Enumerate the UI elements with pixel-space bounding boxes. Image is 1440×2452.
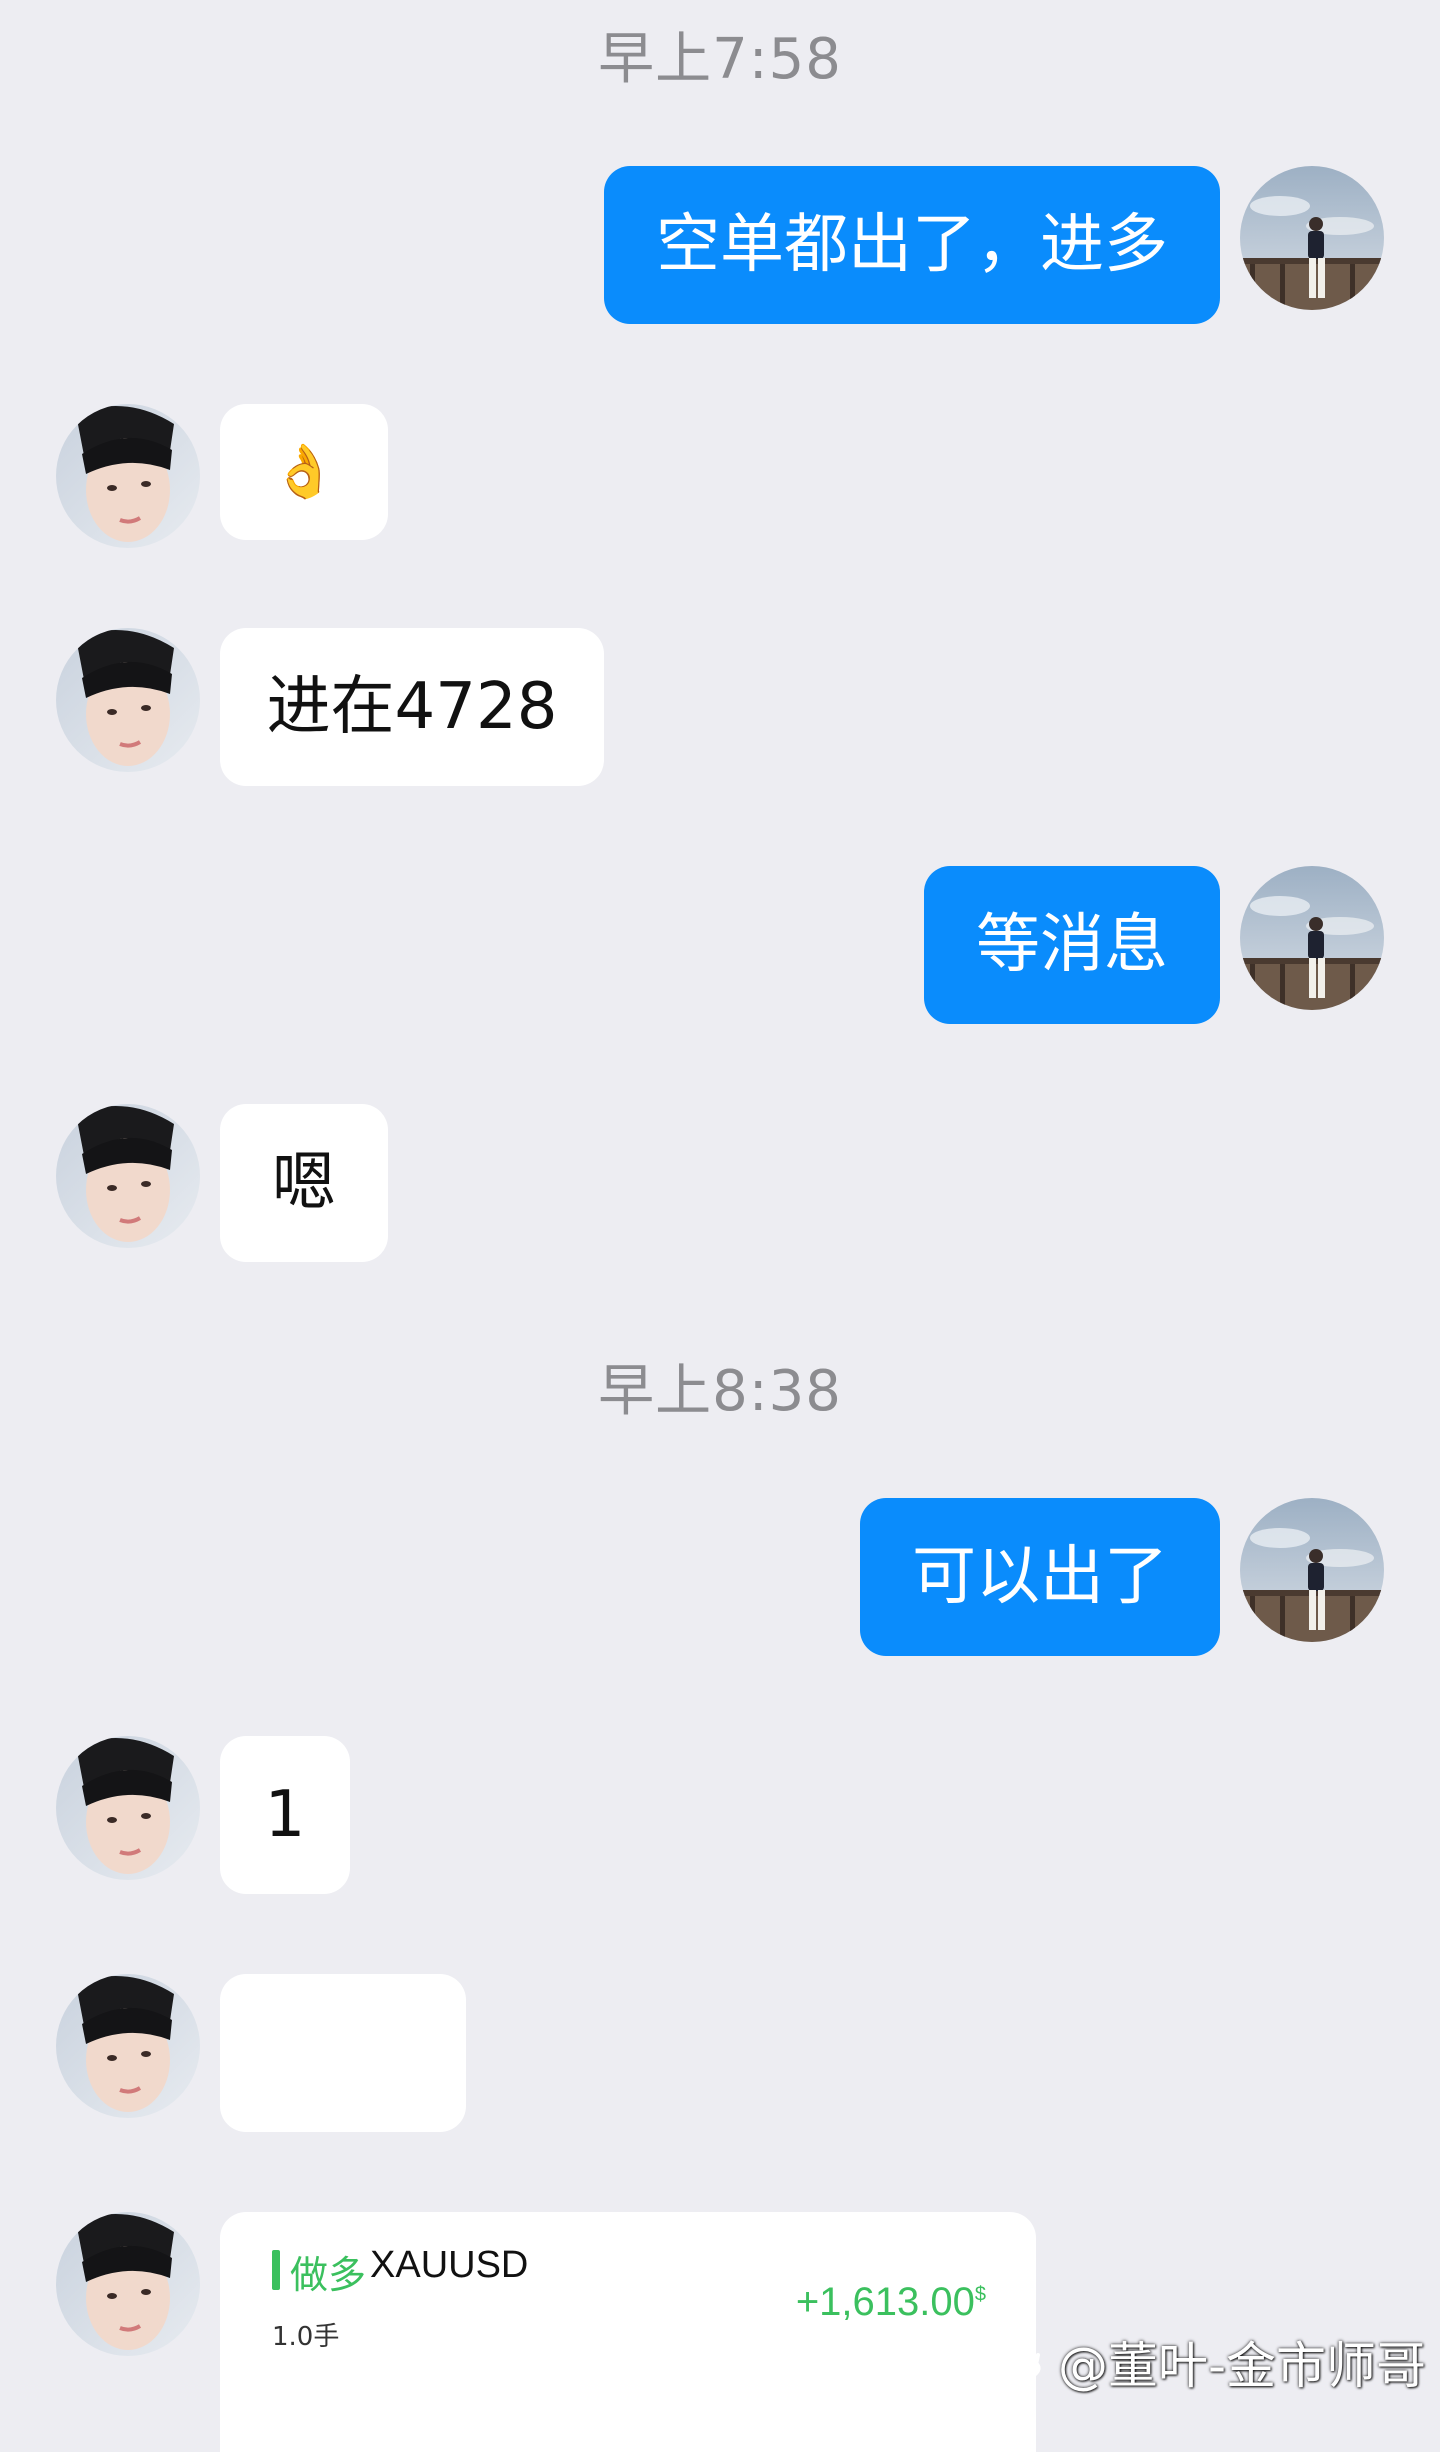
message-bubble-outgoing[interactable]: 等消息 [924, 866, 1220, 1024]
trade-pnl: +1,613.00$ [796, 2280, 986, 2325]
self-avatar[interactable] [1240, 166, 1384, 310]
contact-avatar[interactable] [56, 1104, 200, 1248]
watermark: @董叶-金市师哥 [1012, 2326, 1426, 2398]
platform-logo-icon [1017, 2352, 1041, 2387]
trade-symbol: XAUUSD [370, 2244, 529, 2286]
trade-lots: 1.0手 [272, 2322, 340, 2352]
message-bubble-outgoing[interactable]: 空单都出了，进多 [604, 166, 1220, 324]
trade-currency: $ [974, 2283, 986, 2306]
trade-direction: 做多 [290, 2253, 367, 2297]
timestamp: 早上8:38 [598, 1359, 842, 1424]
message-bubble-incoming[interactable]: 1 [220, 1736, 350, 1894]
message-bubble-incoming[interactable]: 嗯 [220, 1104, 388, 1262]
trade-pnl-value: +1,613.00 [795, 2280, 975, 2324]
contact-avatar[interactable] [56, 628, 200, 772]
message-bubble-incoming[interactable]: 👌 [220, 404, 388, 540]
timestamp: 早上7:58 [598, 27, 842, 92]
self-avatar[interactable] [1240, 1498, 1384, 1642]
contact-avatar[interactable] [56, 2212, 200, 2356]
long-indicator-bar [272, 2250, 280, 2290]
contact-avatar[interactable] [56, 1736, 200, 1880]
message-bubble-incoming[interactable]: 进在4728 [220, 628, 604, 786]
watermark-text: @董叶-金市师哥 [1057, 2337, 1426, 2395]
message-bubble-incoming[interactable] [220, 1974, 466, 2132]
trade-card[interactable]: 做多 XAUUSD 1.0手 +1,613.00$ [220, 2212, 1036, 2452]
message-bubble-outgoing[interactable]: 可以出了 [860, 1498, 1220, 1656]
self-avatar[interactable] [1240, 866, 1384, 1010]
contact-avatar[interactable] [56, 404, 200, 548]
contact-avatar[interactable] [56, 1974, 200, 2118]
